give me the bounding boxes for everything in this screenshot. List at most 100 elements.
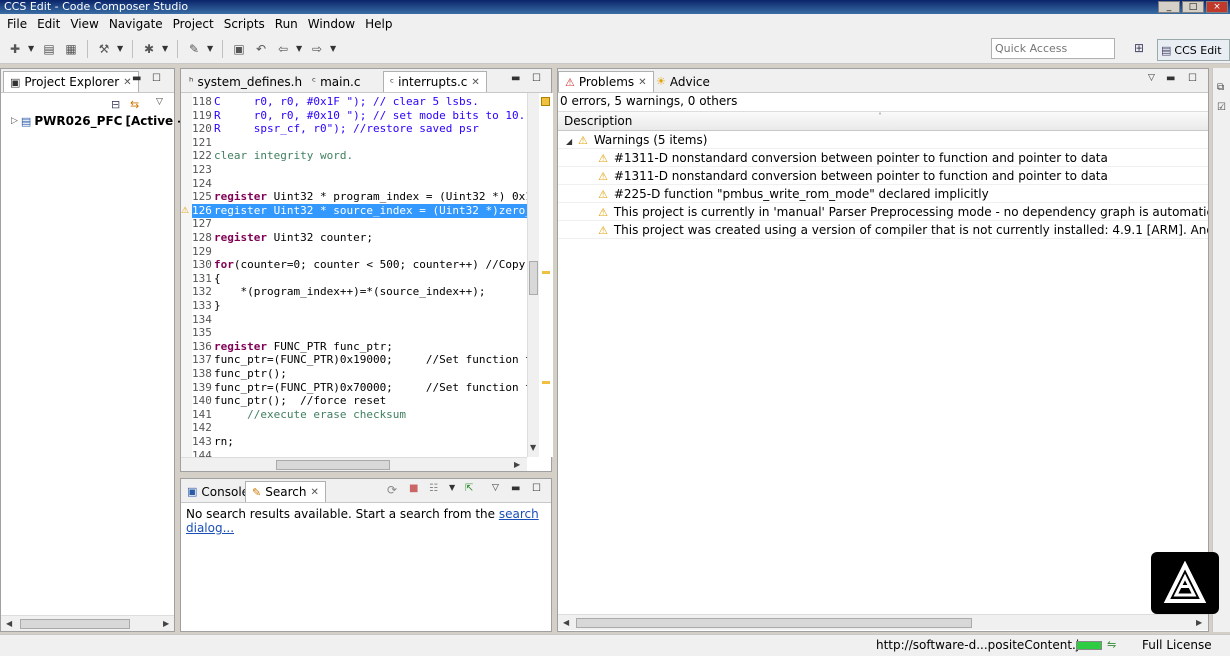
- warning-gutter-icon[interactable]: ⚠: [181, 204, 189, 218]
- code-line[interactable]: 122 clear integrity word.: [192, 149, 527, 163]
- tree-item-project[interactable]: ▷ ▤ PWR026_PFC [Active - I: [11, 114, 191, 128]
- maximize-button[interactable]: □: [1182, 1, 1204, 13]
- editor-vscroll[interactable]: ▼: [527, 93, 539, 457]
- tab-advice[interactable]: ☀ Advice: [650, 71, 716, 92]
- code-line[interactable]: 139 func_ptr=(FUNC_PTR)0x70000; //Set fun…: [192, 381, 527, 395]
- save-all-icon[interactable]: ▦: [62, 40, 80, 58]
- menu-project[interactable]: Project: [168, 14, 219, 34]
- scroll-right-icon[interactable]: ▶: [514, 460, 520, 469]
- scroll-right-icon[interactable]: ▶: [1196, 618, 1202, 627]
- code-line[interactable]: 142: [192, 421, 527, 435]
- back-icon[interactable]: ⇦: [274, 40, 292, 58]
- back-dropdown-icon[interactable]: ▼: [296, 44, 304, 53]
- open-perspective-icon[interactable]: ⊞: [1134, 41, 1150, 57]
- quick-access-input[interactable]: [991, 38, 1115, 59]
- code-line[interactable]: 138 func_ptr();: [192, 367, 527, 381]
- problem-row[interactable]: ⚠ #225-D function "pmbus_write_rom_mode"…: [558, 185, 1208, 203]
- code-line[interactable]: 127: [192, 217, 527, 231]
- explorer-hscroll[interactable]: ◀ ▶: [1, 615, 174, 631]
- code-line[interactable]: 133}: [192, 299, 527, 313]
- warnings-group-row[interactable]: ◢ ⚠ Warnings (5 items): [558, 131, 1208, 149]
- last-edit-icon[interactable]: ↶: [252, 40, 270, 58]
- build-icon[interactable]: ⚒: [95, 40, 113, 58]
- scroll-left-icon[interactable]: ◀: [563, 618, 569, 627]
- stop-icon[interactable]: ■: [409, 483, 418, 494]
- editor-hscroll[interactable]: ▶: [181, 457, 527, 471]
- collapse-arrow-icon[interactable]: ◢: [566, 137, 572, 146]
- progress-bar[interactable]: [1076, 641, 1102, 650]
- view-menu-icon[interactable]: ▽: [1148, 73, 1155, 83]
- scroll-right-icon[interactable]: ▶: [163, 619, 169, 628]
- code-line[interactable]: 126 register Uint32 * source_index = (Uin…: [192, 203, 527, 218]
- debug-dropdown-icon[interactable]: ▼: [162, 44, 170, 53]
- build-dropdown-icon[interactable]: ▼: [117, 44, 125, 53]
- link-editor-icon[interactable]: ⇆: [130, 98, 139, 111]
- maximize-icon[interactable]: ☐: [532, 73, 541, 84]
- flash-icon[interactable]: ✎: [185, 40, 203, 58]
- save-icon[interactable]: ▤: [40, 40, 58, 58]
- description-column-header[interactable]: Description ˄: [558, 111, 1208, 131]
- scroll-thumb[interactable]: [276, 460, 390, 470]
- view-menu-icon[interactable]: ▽: [492, 483, 499, 493]
- code-line[interactable]: 143 rn;: [192, 435, 527, 449]
- menu-window[interactable]: Window: [303, 14, 360, 34]
- scroll-thumb[interactable]: [576, 618, 972, 628]
- collapse-all-icon[interactable]: ⊟: [111, 98, 120, 111]
- problem-row[interactable]: ⚠ This project was created using a versi…: [558, 221, 1208, 239]
- view-menu-icon[interactable]: ▽: [156, 97, 163, 107]
- toggle-icon[interactable]: ▣: [230, 40, 248, 58]
- forward-icon[interactable]: ⇨: [308, 40, 326, 58]
- close-icon[interactable]: ✕: [471, 77, 479, 88]
- code-line[interactable]: 120 R spsr_cf, r0"); //restore saved psr: [192, 122, 527, 136]
- code-line[interactable]: 119 R r0, r0, #0x10 "); // set mode bits …: [192, 109, 527, 123]
- close-icon[interactable]: ✕: [310, 487, 318, 498]
- tab-interrupts-c[interactable]: ᶜ interrupts.c ✕: [383, 71, 487, 92]
- outline-icon[interactable]: ☑: [1217, 102, 1226, 113]
- warning-summary-icon[interactable]: [541, 97, 550, 106]
- menu-run[interactable]: Run: [270, 14, 303, 34]
- tab-main-c[interactable]: ᶜ main.c: [306, 71, 366, 92]
- pin-icon[interactable]: ⇱: [465, 483, 473, 494]
- tab-problems[interactable]: ⚠ Problems ✕: [558, 71, 654, 92]
- perspective-button[interactable]: ▤ CCS Edit: [1157, 39, 1230, 61]
- code-line[interactable]: 135: [192, 326, 527, 340]
- close-icon[interactable]: ✕: [123, 77, 131, 88]
- new-icon[interactable]: ✚: [6, 40, 24, 58]
- tab-system-defines[interactable]: ʰ system_defines.h: [183, 71, 308, 92]
- scroll-down-icon[interactable]: ▼: [530, 443, 536, 452]
- scroll-thumb[interactable]: [529, 261, 538, 295]
- code-line[interactable]: 123: [192, 163, 527, 177]
- maximize-icon[interactable]: ☐: [1188, 73, 1197, 84]
- code-line[interactable]: 140 func_ptr(); //force reset: [192, 394, 527, 408]
- tab-project-explorer[interactable]: ▣ Project Explorer ✕: [3, 71, 139, 92]
- code-line[interactable]: 132 *(program_index++)=*(source_index++)…: [192, 285, 527, 299]
- code-line[interactable]: 125 register Uint32 * program_index = (Ui…: [192, 190, 527, 204]
- flash-dropdown-icon[interactable]: ▼: [207, 44, 215, 53]
- close-button[interactable]: ×: [1206, 1, 1228, 13]
- code-line[interactable]: 134: [192, 313, 527, 327]
- forward-dropdown-icon[interactable]: ▼: [330, 44, 338, 53]
- maximize-icon[interactable]: ☐: [532, 483, 541, 494]
- warning-marker[interactable]: [542, 271, 550, 274]
- menu-help[interactable]: Help: [360, 14, 397, 34]
- code-line[interactable]: 121: [192, 136, 527, 150]
- code-line[interactable]: 137 func_ptr=(FUNC_PTR)0x19000; //Set fun…: [192, 353, 527, 367]
- code-line[interactable]: 131{: [192, 272, 527, 286]
- menu-edit[interactable]: Edit: [32, 14, 65, 34]
- expand-arrow-icon[interactable]: ▷: [11, 116, 18, 126]
- code-line[interactable]: 129: [192, 245, 527, 259]
- minimize-icon[interactable]: ▬: [132, 73, 141, 84]
- progress-view-icon[interactable]: ⇋: [1107, 638, 1116, 651]
- code-editor[interactable]: 118 C r0, r0, #0x1F "); // clear 5 lsbs. 1…: [181, 93, 527, 457]
- minimize-button[interactable]: _: [1158, 1, 1180, 13]
- code-line[interactable]: 124: [192, 177, 527, 191]
- warning-marker[interactable]: [542, 381, 550, 384]
- tab-console[interactable]: ▣ Console: [181, 481, 255, 502]
- history-icon[interactable]: ☷: [429, 483, 438, 494]
- problem-row[interactable]: ⚠ #1311-D nonstandard conversion between…: [558, 167, 1208, 185]
- code-line[interactable]: 141 //execute erase checksum: [192, 408, 527, 422]
- minimize-icon[interactable]: ▬: [1166, 73, 1175, 84]
- history-dropdown-icon[interactable]: ▼: [449, 483, 455, 492]
- menu-file[interactable]: File: [2, 14, 32, 34]
- refresh-icon[interactable]: ⟳: [387, 483, 397, 497]
